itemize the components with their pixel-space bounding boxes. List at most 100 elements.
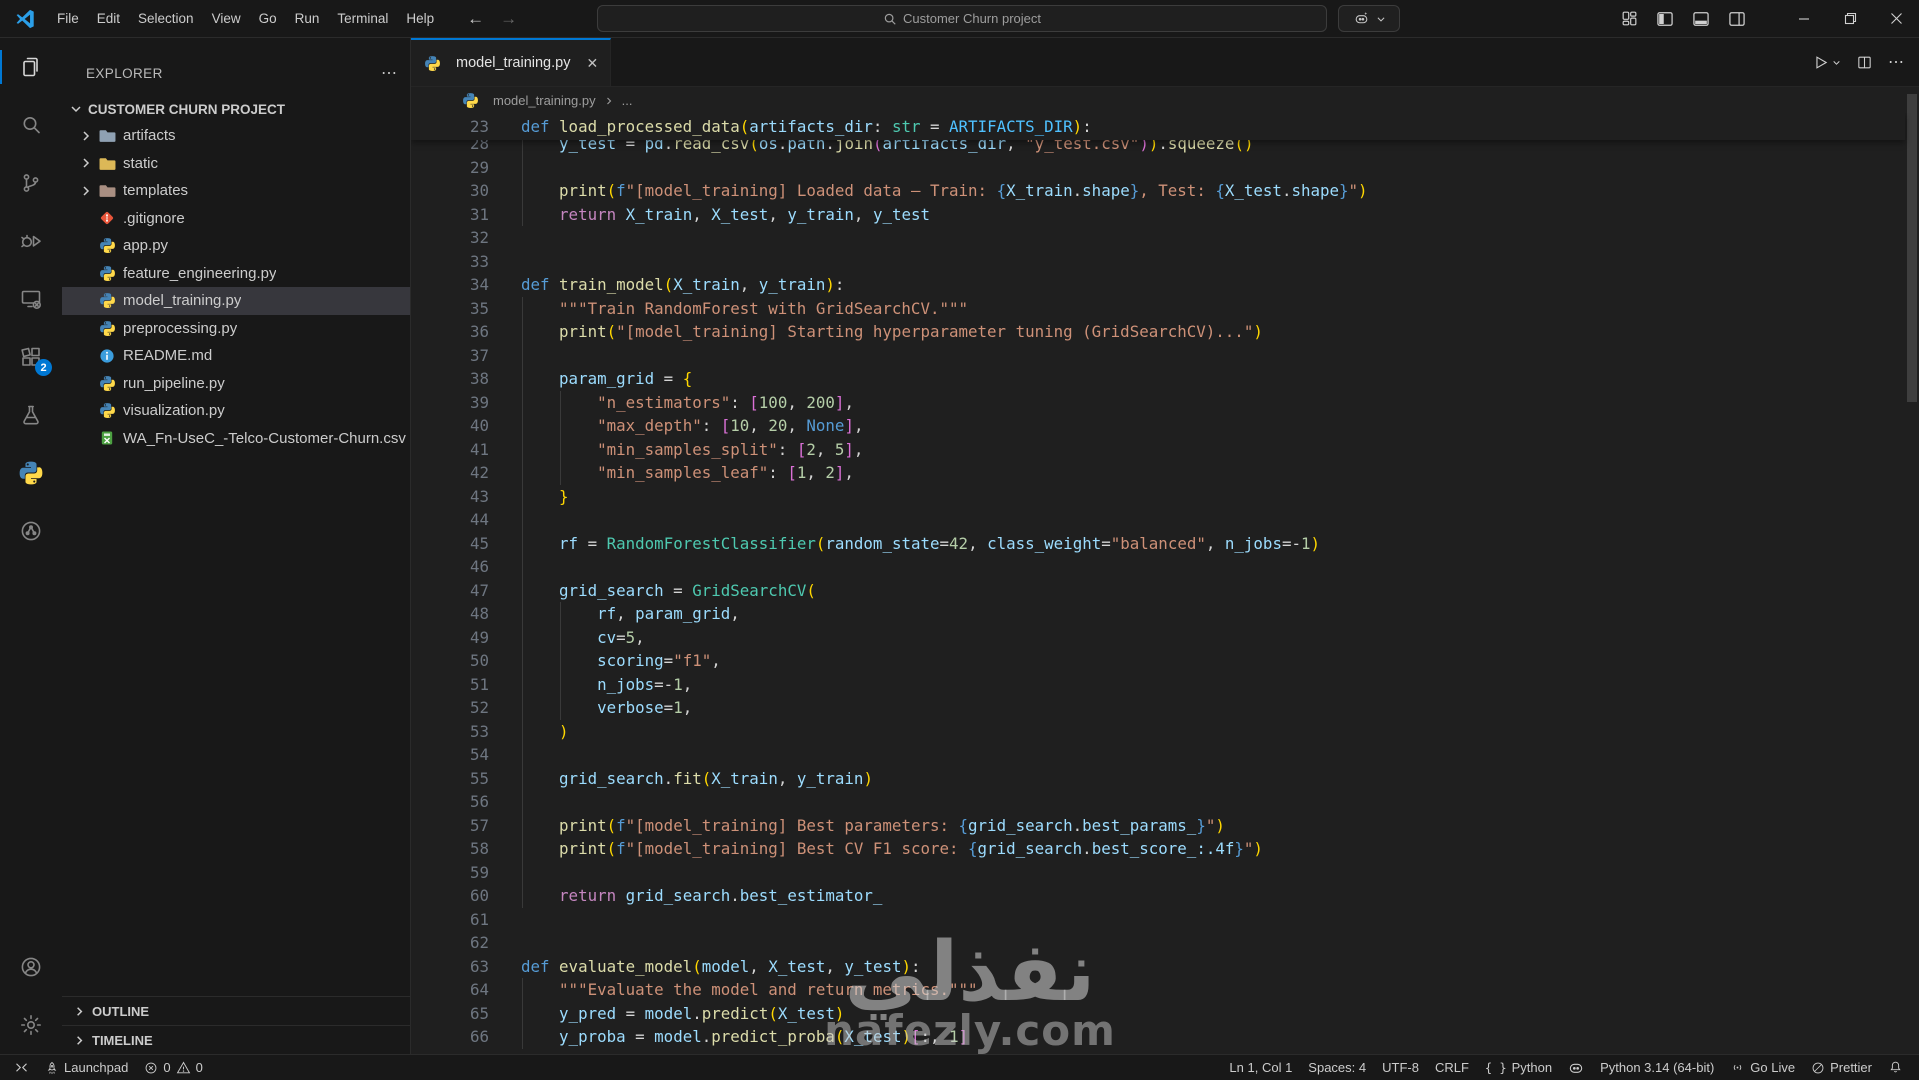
activitybar-explorer-icon[interactable] xyxy=(0,38,62,96)
menu-edit[interactable]: Edit xyxy=(88,7,129,30)
code-line-42[interactable]: 42 "min_samples_leaf": [1, 2], xyxy=(411,461,1919,485)
project-section-header[interactable]: CUSTOMER CHURN PROJECT xyxy=(62,96,410,122)
toggle-secondary-sidebar-icon[interactable] xyxy=(1724,6,1750,32)
line-number[interactable]: 63 xyxy=(411,955,489,979)
code-line-56[interactable]: 56 xyxy=(411,790,1919,814)
code-line-38[interactable]: 38 param_grid = { xyxy=(411,367,1919,391)
tree-item-templates[interactable]: templates xyxy=(62,177,410,205)
code-line-65[interactable]: 65 y_pred = model.predict(X_test) xyxy=(411,1001,1919,1025)
line-number[interactable]: 48 xyxy=(411,602,489,626)
editor-more-actions-icon[interactable]: ⋯ xyxy=(1888,52,1905,72)
code-line-32[interactable]: 32 xyxy=(411,226,1919,250)
code-line-52[interactable]: 52 verbose=1, xyxy=(411,696,1919,720)
line-number[interactable]: 31 xyxy=(411,203,489,227)
activitybar-settings-icon[interactable] xyxy=(0,996,62,1054)
minimize-button[interactable] xyxy=(1781,0,1827,37)
activitybar-python-icon[interactable] xyxy=(0,444,62,502)
line-number[interactable]: 62 xyxy=(411,931,489,955)
line-number[interactable]: 55 xyxy=(411,767,489,791)
line-number[interactable]: 36 xyxy=(411,320,489,344)
line-number[interactable]: 38 xyxy=(411,367,489,391)
menu-selection[interactable]: Selection xyxy=(129,7,203,30)
code-line-48[interactable]: 48 rf, param_grid, xyxy=(411,602,1919,626)
code-line-61[interactable]: 61 xyxy=(411,908,1919,932)
menu-go[interactable]: Go xyxy=(250,7,286,30)
line-number[interactable]: 33 xyxy=(411,250,489,274)
menu-run[interactable]: Run xyxy=(286,7,329,30)
code-line-29[interactable]: 29 xyxy=(411,155,1919,180)
explorer-more-actions-icon[interactable]: ⋯ xyxy=(381,63,398,83)
line-number[interactable]: 35 xyxy=(411,297,489,321)
line-number[interactable]: 53 xyxy=(411,720,489,744)
activitybar-remote-explorer-icon[interactable] xyxy=(0,270,62,328)
code-line-50[interactable]: 50 scoring="f1", xyxy=(411,649,1919,673)
tree-item-artifacts[interactable]: artifacts xyxy=(62,122,410,150)
menu-terminal[interactable]: Terminal xyxy=(328,7,397,30)
tree-item-README.md[interactable]: README.md xyxy=(62,342,410,370)
launchpad-status-item[interactable]: Launchpad xyxy=(37,1055,136,1080)
code-line-49[interactable]: 49 cv=5, xyxy=(411,625,1919,649)
line-number[interactable]: 45 xyxy=(411,532,489,556)
line-number[interactable]: 64 xyxy=(411,978,489,1002)
breadcrumb-file[interactable]: model_training.py xyxy=(493,93,596,108)
code-line-54[interactable]: 54 xyxy=(411,743,1919,767)
line-number[interactable]: 60 xyxy=(411,884,489,908)
eol-status[interactable]: CRLF xyxy=(1427,1055,1477,1080)
code-line-35[interactable]: 35 """Train RandomForest with GridSearch… xyxy=(411,296,1919,321)
code-line-34[interactable]: 34 def train_model(X_train, y_train): xyxy=(411,273,1919,297)
back-arrow-icon[interactable]: ← xyxy=(467,9,484,29)
line-number[interactable]: 57 xyxy=(411,814,489,838)
tree-item-app.py[interactable]: app.py xyxy=(62,232,410,260)
line-number[interactable]: 32 xyxy=(411,226,489,250)
line-number[interactable]: 23 xyxy=(411,113,489,140)
tree-item-model_training.py[interactable]: model_training.py xyxy=(62,287,410,315)
forward-arrow-icon[interactable]: → xyxy=(500,9,517,29)
line-number[interactable]: 61 xyxy=(411,908,489,932)
code-line-53[interactable]: 53 ) xyxy=(411,719,1919,744)
code-line-45[interactable]: 45 rf = RandomForestClassifier(random_st… xyxy=(411,531,1919,556)
line-number[interactable]: 56 xyxy=(411,790,489,814)
code-line-37[interactable]: 37 xyxy=(411,343,1919,368)
customize-layout-icon[interactable] xyxy=(1616,6,1642,32)
scrollbar-thumb[interactable] xyxy=(1907,94,1917,402)
code-line-58[interactable]: 58 print(f"[model_training] Best CV F1 s… xyxy=(411,837,1919,861)
activitybar-source-control-icon[interactable] xyxy=(0,154,62,212)
code-line-64[interactable]: 64 """Evaluate the model and return metr… xyxy=(411,978,1919,1002)
code-line-57[interactable]: 57 print(f"[model_training] Best paramet… xyxy=(411,813,1919,838)
activitybar-extensions-icon[interactable]: 2 xyxy=(0,328,62,386)
tree-item-visualization.py[interactable]: visualization.py xyxy=(62,397,410,425)
run-python-button[interactable] xyxy=(1812,54,1841,71)
line-number[interactable]: 59 xyxy=(411,861,489,885)
line-number[interactable]: 29 xyxy=(411,156,489,180)
line-number[interactable]: 43 xyxy=(411,485,489,509)
code-line-39[interactable]: 39 "n_estimators": [100, 200], xyxy=(411,390,1919,414)
close-button[interactable] xyxy=(1873,0,1919,37)
activitybar-jupyter-icon[interactable] xyxy=(0,502,62,560)
code-line-46[interactable]: 46 xyxy=(411,555,1919,579)
code-line-43[interactable]: 43 } xyxy=(411,484,1919,509)
line-number[interactable]: 37 xyxy=(411,344,489,368)
tree-item-run_pipeline.py[interactable]: run_pipeline.py xyxy=(62,370,410,398)
python-interpreter-status[interactable]: Python 3.14 (64-bit) xyxy=(1592,1055,1722,1080)
code-line-60[interactable]: 60 return grid_search.best_estimator_ xyxy=(411,884,1919,908)
menu-file[interactable]: File xyxy=(48,7,88,30)
code-line-47[interactable]: 47 grid_search = GridSearchCV( xyxy=(411,578,1919,603)
tree-item-preprocessing.py[interactable]: preprocessing.py xyxy=(62,315,410,343)
activitybar-search-icon[interactable] xyxy=(0,96,62,154)
line-number[interactable]: 47 xyxy=(411,579,489,603)
restore-button[interactable] xyxy=(1827,0,1873,37)
split-editor-button[interactable] xyxy=(1856,54,1873,71)
go-live-status[interactable]: Go Live xyxy=(1722,1055,1803,1080)
toggle-panel-icon[interactable] xyxy=(1688,6,1714,32)
line-number[interactable]: 34 xyxy=(411,273,489,297)
code-line-55[interactable]: 55 grid_search.fit(X_train, y_train) xyxy=(411,766,1919,791)
copilot-menu-button[interactable] xyxy=(1338,5,1400,32)
line-number[interactable]: 54 xyxy=(411,743,489,767)
notifications-bell[interactable] xyxy=(1880,1055,1911,1080)
code-editor[interactable]: 28 y_test = pd.read_csv(os.path.join(art… xyxy=(411,113,1919,1054)
line-number[interactable]: 52 xyxy=(411,696,489,720)
command-center-search[interactable]: Customer Churn project xyxy=(597,5,1327,32)
line-number[interactable]: 40 xyxy=(411,414,489,438)
code-line-44[interactable]: 44 xyxy=(411,508,1919,532)
line-number[interactable]: 42 xyxy=(411,461,489,485)
